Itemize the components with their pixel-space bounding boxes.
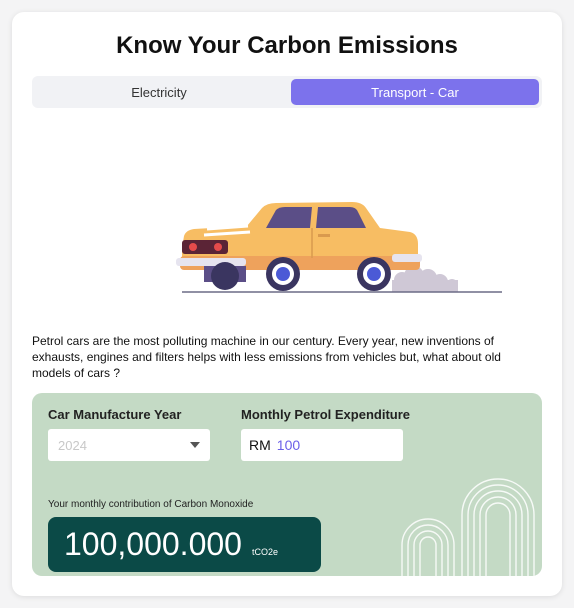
currency-prefix: RM	[249, 437, 271, 453]
expenditure-value: 100	[276, 437, 301, 453]
carbon-card: Know Your Carbon Emissions Electricity T…	[12, 12, 562, 596]
description-text: Petrol cars are the most polluting machi…	[32, 334, 501, 380]
year-label: Car Manufacture Year	[48, 407, 182, 422]
result-unit: tCO2e	[251, 547, 278, 557]
result-value: 100,000.000	[64, 526, 242, 562]
tab-electricity[interactable]: Electricity	[35, 79, 283, 105]
result-label: Your monthly contribution of Carbon Mono…	[48, 499, 254, 510]
expenditure-label: Monthly Petrol Expenditure	[241, 407, 411, 422]
tab-bar: Electricity Transport - Car	[32, 76, 542, 108]
year-value: 2024	[58, 437, 87, 453]
page-title: Know Your Carbon Emissions	[116, 32, 458, 59]
chevron-down-icon	[190, 442, 200, 448]
tab-transport-car[interactable]: Transport - Car	[291, 79, 539, 105]
expenditure-input[interactable]: RM 100	[241, 429, 403, 461]
arches-decoration	[401, 478, 535, 576]
result-box: 100,000.000 tCO2e	[48, 517, 321, 572]
calculator-panel: Car Manufacture Year Monthly Petrol Expe…	[32, 393, 542, 576]
car-illustration	[152, 188, 507, 293]
year-select[interactable]: 2024	[48, 429, 210, 461]
